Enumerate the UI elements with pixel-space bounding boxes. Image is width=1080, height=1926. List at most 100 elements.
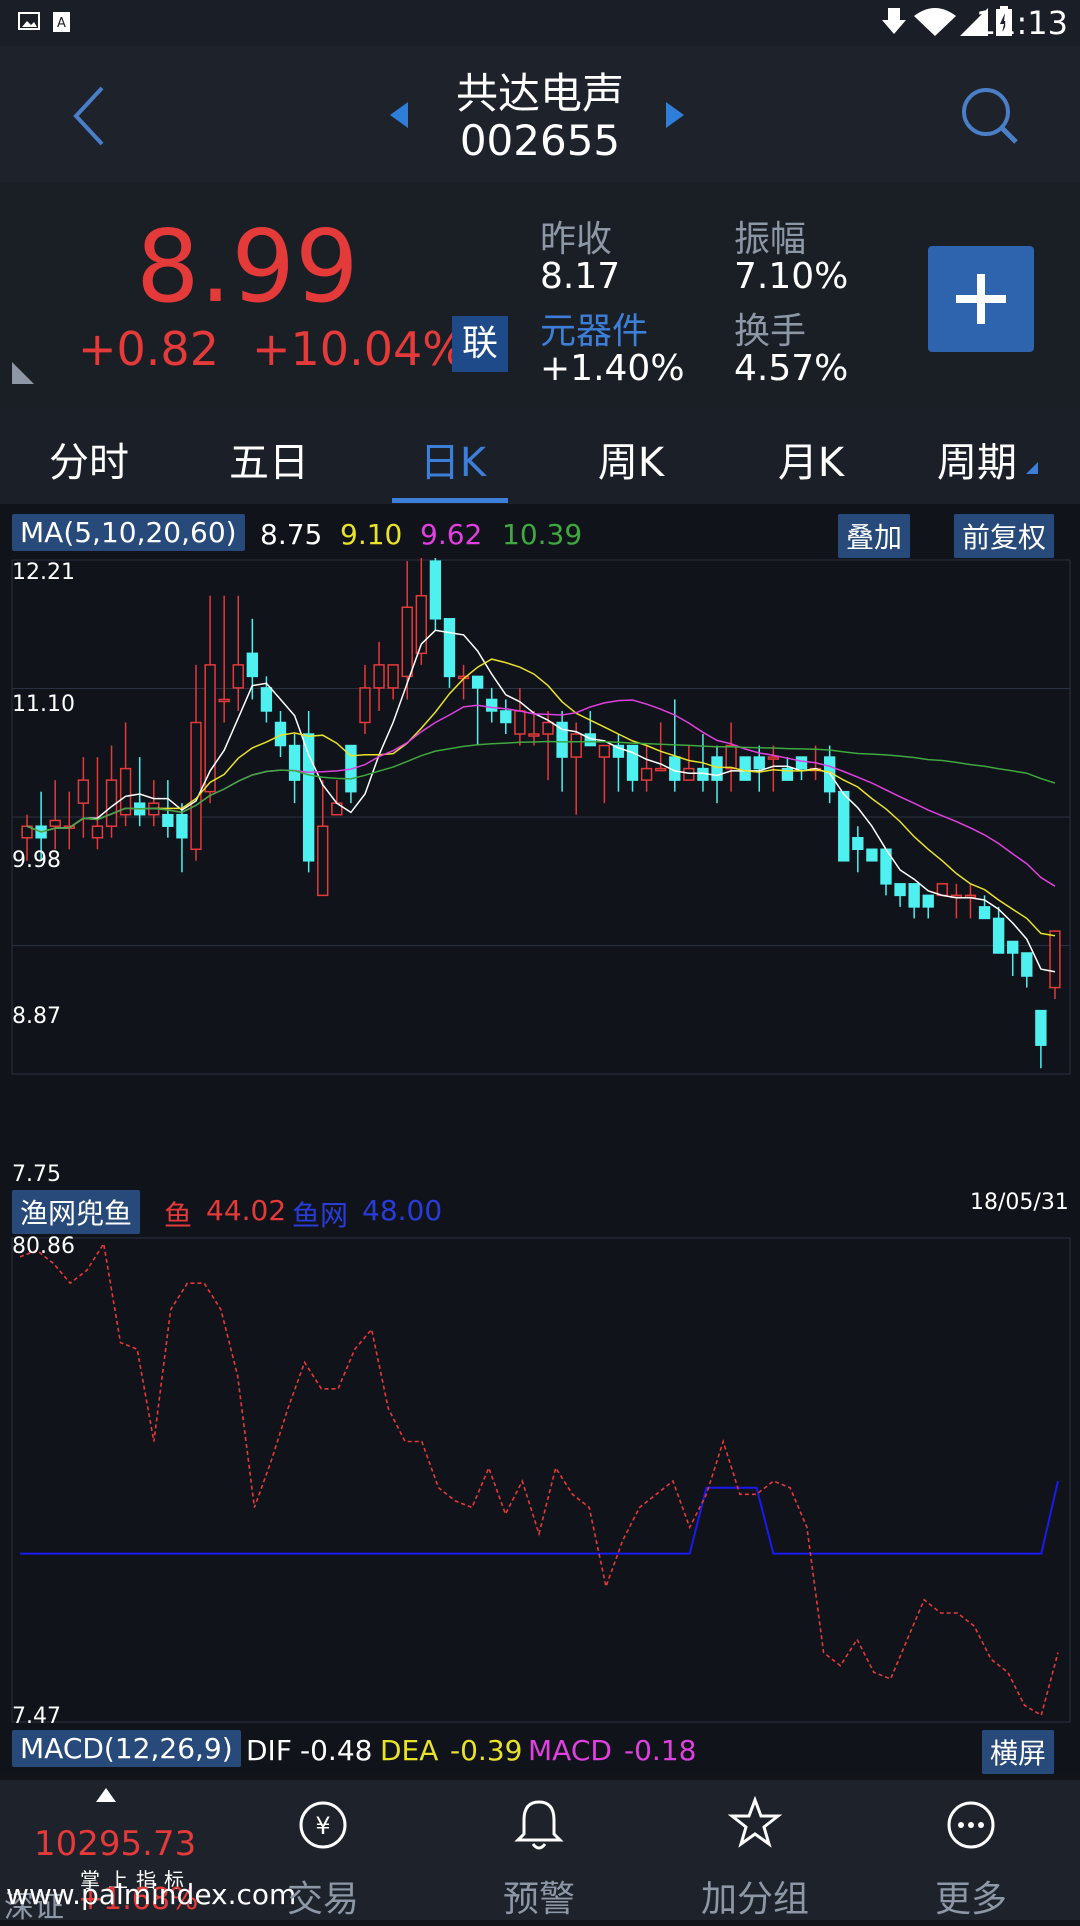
net-series-line xyxy=(20,1480,1059,1555)
svg-text:¥: ¥ xyxy=(315,1812,330,1840)
candle-body xyxy=(640,767,653,781)
candle-body xyxy=(471,675,484,689)
kline-chart[interactable] xyxy=(0,558,1080,1096)
amplitude-value: 7.10% xyxy=(734,256,849,297)
nav-add-group[interactable]: 加分组 xyxy=(680,1780,830,1920)
landscape-button[interactable]: 横屏 xyxy=(982,1730,1055,1774)
index-ticker[interactable]: 10295.73 掌上指标 深证 +1.68% www.palmindex.co… xyxy=(0,1780,296,1925)
ma5-value: 8.75 xyxy=(260,518,323,551)
next-stock-icon[interactable] xyxy=(664,100,686,130)
last-price: 8.99 xyxy=(136,208,359,325)
stock-header: 共达电声 002655 xyxy=(0,46,1080,182)
candle-body xyxy=(795,756,808,770)
tab-five-day[interactable]: 五日 xyxy=(194,430,344,488)
ma-label: MA(5,10,20,60) xyxy=(12,514,245,551)
candle-body xyxy=(711,756,723,781)
tab-period[interactable]: 周期 xyxy=(902,430,1052,488)
back-icon[interactable] xyxy=(68,84,108,148)
indicator-chart[interactable] xyxy=(0,1232,1080,1734)
indicator-label[interactable]: 渔网兜鱼 xyxy=(12,1190,141,1234)
image-icon xyxy=(18,12,40,30)
prev-close-label: 昨收 xyxy=(540,219,613,260)
tab-daily-k[interactable]: 日K xyxy=(378,430,528,488)
tab-intraday[interactable]: 分时 xyxy=(14,430,164,488)
candle-body xyxy=(528,733,540,737)
candle-body xyxy=(49,819,61,827)
bottom-nav: 10295.73 掌上指标 深证 +1.68% www.palmindex.co… xyxy=(0,1780,1080,1925)
fish-series-value: 44.02 xyxy=(206,1194,287,1227)
candle-body xyxy=(317,825,329,897)
candle-body xyxy=(1035,1009,1047,1046)
link-badge[interactable]: 联 xyxy=(452,316,508,372)
candle-body xyxy=(739,756,751,781)
tab-monthly-k[interactable]: 月K xyxy=(736,430,886,488)
text-icon: A xyxy=(53,12,70,32)
candle-body xyxy=(77,779,90,804)
search-icon[interactable] xyxy=(958,84,1022,148)
nav-add-group-label: 加分组 xyxy=(700,1879,809,1920)
sector-label[interactable]: 元器件 xyxy=(540,302,648,354)
chart-area: MA(5,10,20,60) 8.75 9.10 9.62 10.39 叠加 前… xyxy=(0,504,1080,1774)
dea-value: -0.39 xyxy=(450,1734,523,1767)
candle-body xyxy=(401,606,413,678)
nav-alert-label: 预警 xyxy=(502,1879,575,1920)
candle-body xyxy=(908,883,920,908)
ma60-value: 10.39 xyxy=(502,518,583,551)
star-icon xyxy=(728,1796,782,1848)
candle-body xyxy=(288,744,301,781)
candle-body xyxy=(922,894,934,908)
yuan-exchange-icon: ¥ xyxy=(299,1801,347,1849)
y-tick-label: 12.21 xyxy=(12,560,75,585)
candle-body xyxy=(500,710,512,724)
fish-series-line xyxy=(19,1241,1059,1717)
svg-text:A: A xyxy=(57,16,66,31)
corner-marker-icon xyxy=(12,362,34,384)
candle-body xyxy=(753,756,765,770)
candle-body xyxy=(1021,952,1033,977)
candle-body xyxy=(866,848,878,862)
y-tick-label: 11.10 xyxy=(12,692,75,717)
nav-trade[interactable]: ¥ 交易 xyxy=(248,1780,398,1920)
add-watchlist-button[interactable] xyxy=(928,246,1034,352)
dif-value: -0.48 xyxy=(300,1734,373,1767)
quote-panel: 8.99 +0.82 +10.04% 联 昨收 8.17 元器件 +1.40% … xyxy=(0,182,1080,408)
amplitude-label: 振幅 xyxy=(734,219,807,260)
indicator-y-min: 7.47 xyxy=(12,1704,61,1729)
index-value: 10295.73 xyxy=(34,1824,197,1864)
nav-alert[interactable]: 预警 xyxy=(464,1780,614,1920)
adjust-button[interactable]: 前复权 xyxy=(954,514,1055,558)
macd-label-text: MACD xyxy=(528,1734,612,1767)
candle-body xyxy=(542,721,554,735)
candle-body xyxy=(655,767,667,772)
candle-body xyxy=(1049,930,1061,989)
expand-up-icon xyxy=(96,1788,116,1802)
status-bar: A 11:13 xyxy=(0,0,1080,46)
net-series-name: 鱼网 xyxy=(292,1199,349,1232)
turnover-label: 换手 xyxy=(734,311,807,352)
y-tick-label: 9.98 xyxy=(12,848,61,873)
wifi-icon xyxy=(914,8,956,36)
dea-label: DEA xyxy=(380,1734,439,1767)
candle-body xyxy=(1007,940,1019,954)
candle-body xyxy=(852,836,864,851)
candle-body xyxy=(429,560,442,620)
last-date-label: 18/05/31 xyxy=(970,1190,1069,1215)
turnover-value: 4.57% xyxy=(734,348,849,389)
candle-body xyxy=(443,618,456,678)
indicator-frame xyxy=(11,1237,1071,1723)
overlay-button[interactable]: 叠加 xyxy=(838,514,911,558)
candle-body xyxy=(992,917,1005,954)
candle-body xyxy=(486,698,498,712)
candle-body xyxy=(176,813,188,839)
ma5-line xyxy=(26,629,1056,973)
period-dropdown-icon xyxy=(1026,462,1038,474)
tab-weekly-k[interactable]: 周K xyxy=(556,430,706,488)
candle-body xyxy=(218,698,230,703)
bell-icon xyxy=(514,1800,564,1850)
candle-body xyxy=(683,767,695,781)
candle-body xyxy=(162,813,174,827)
macd-label[interactable]: MACD(12,26,9) xyxy=(12,1730,241,1767)
candle-body xyxy=(260,687,273,712)
nav-more[interactable]: 更多 xyxy=(896,1780,1046,1920)
candle-body xyxy=(570,733,582,758)
